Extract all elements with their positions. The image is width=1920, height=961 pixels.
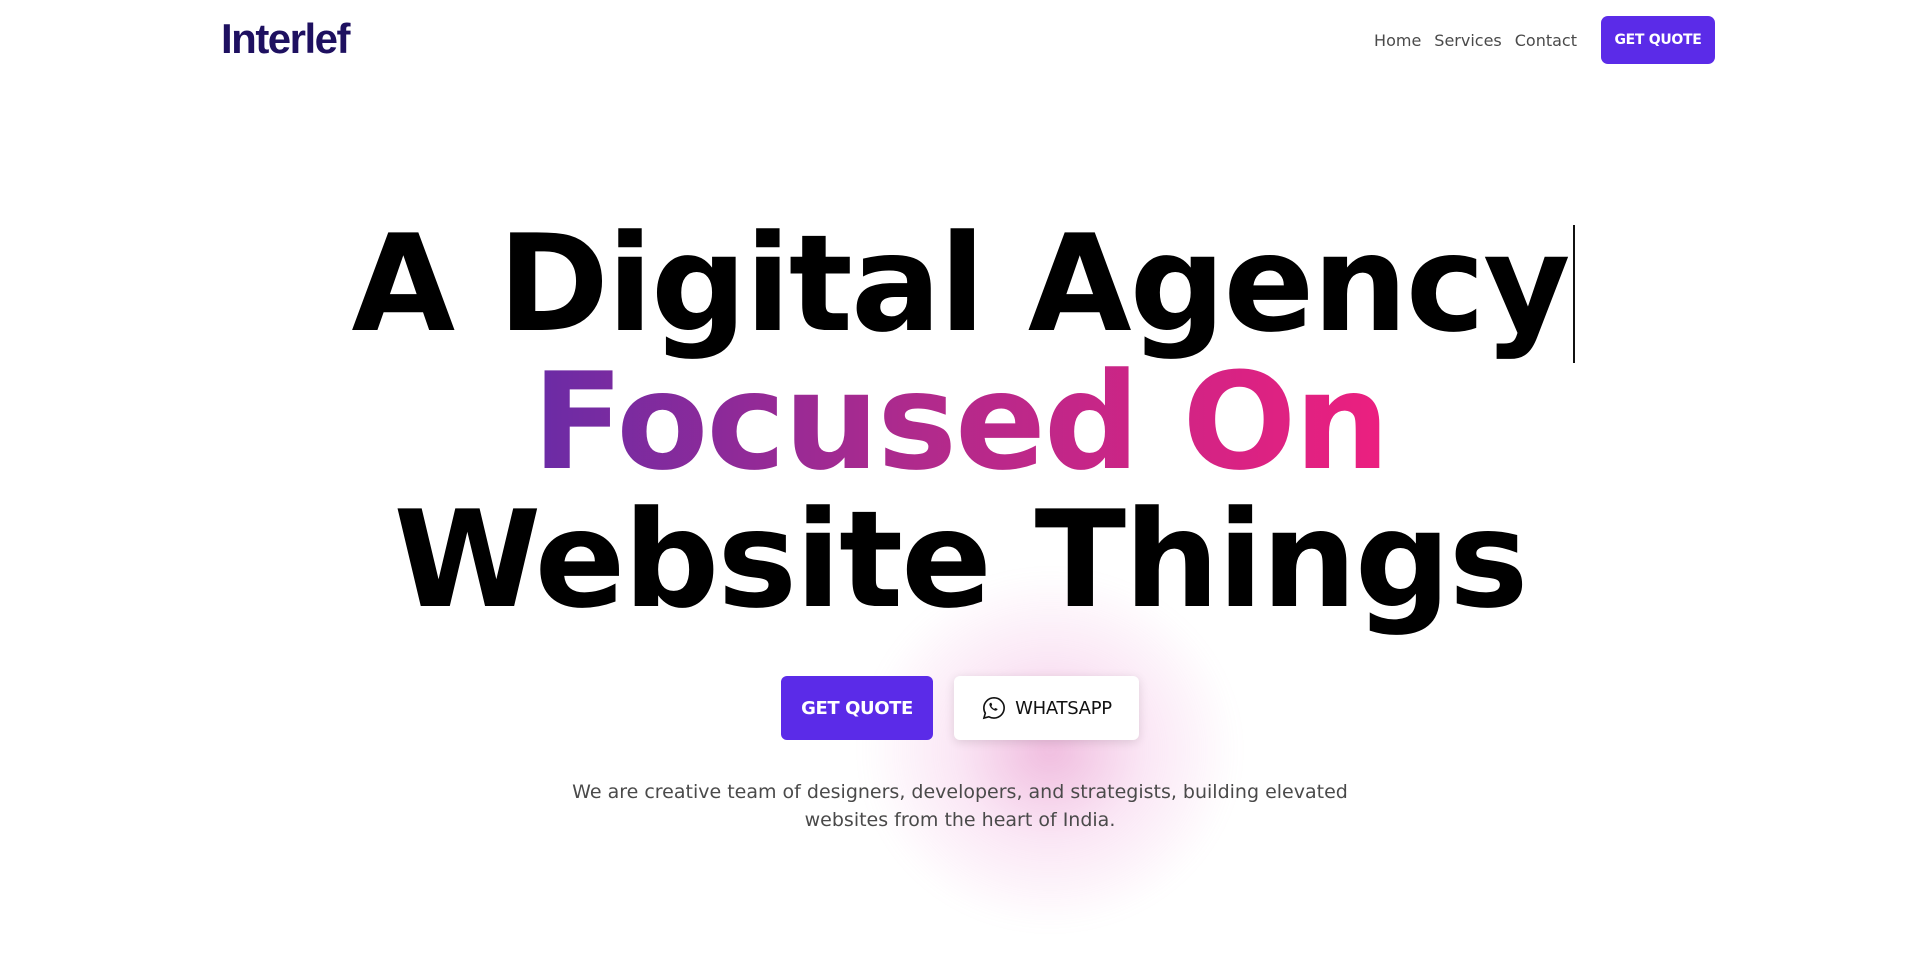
hero-get-quote-button[interactable]: GET QUOTE: [781, 676, 933, 740]
nav-link-contact[interactable]: Contact: [1515, 31, 1577, 50]
site-header: Interlef Home Services Contact GET QUOTE: [0, 0, 1920, 80]
headline-line-3: Website Things: [393, 482, 1529, 638]
hero-buttons: GET QUOTE WHATSAPP: [0, 676, 1920, 740]
typing-caret: [1572, 225, 1575, 363]
nav-link-home[interactable]: Home: [1374, 31, 1421, 50]
page: Interlef Home Services Contact GET QUOTE…: [0, 0, 1920, 961]
nav-link-services[interactable]: Services: [1434, 31, 1501, 50]
hero-description: We are creative team of designers, devel…: [572, 781, 1348, 831]
headline-line-2-text: Focused On: [532, 344, 1390, 500]
header-get-quote-button[interactable]: GET QUOTE: [1601, 16, 1715, 64]
hero-headline: A Digital Agency Focused On Website Thin…: [0, 215, 1920, 629]
whatsapp-icon: [982, 697, 1006, 720]
main-nav: Home Services Contact GET QUOTE: [1374, 16, 1715, 64]
logo[interactable]: Interlef: [221, 14, 351, 64]
whatsapp-button-label: WHATSAPP: [1015, 697, 1112, 719]
whatsapp-button[interactable]: WHATSAPP: [954, 676, 1139, 740]
headline-line-1-wrap: A Digital Agency: [351, 215, 1575, 363]
headline-line-1: A Digital Agency: [0, 215, 1920, 363]
headline-line-2: Focused On: [0, 353, 1920, 491]
headline-line-1-text: A Digital Agency: [351, 206, 1570, 362]
